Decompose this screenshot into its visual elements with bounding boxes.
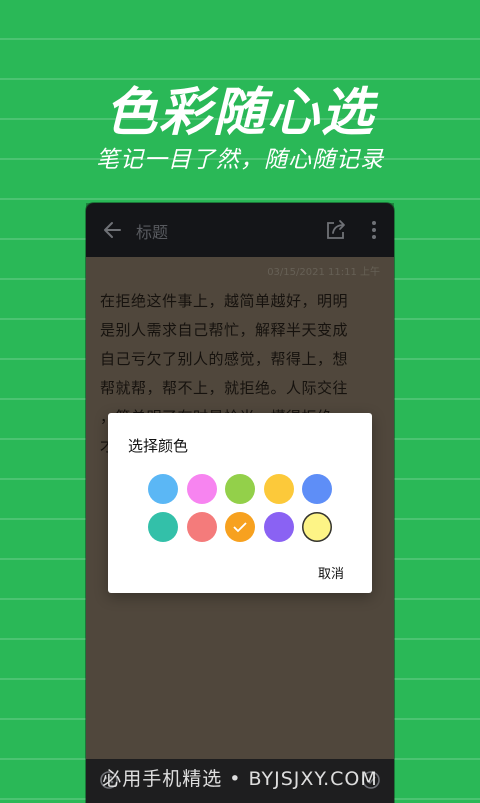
color-swatch[interactable] bbox=[225, 474, 255, 504]
check-icon bbox=[233, 522, 247, 533]
color-swatch[interactable] bbox=[263, 512, 294, 542]
dialog-title: 选择颜色 bbox=[128, 437, 189, 455]
color-swatch[interactable] bbox=[186, 512, 217, 542]
cancel-button[interactable]: 取消 bbox=[318, 563, 344, 582]
color-swatch[interactable] bbox=[148, 474, 178, 504]
color-swatch[interactable] bbox=[225, 512, 255, 542]
promo-headline: 色彩随心选 bbox=[104, 83, 375, 143]
color-swatch[interactable] bbox=[302, 474, 332, 504]
promo-subline: 笔记一目了然，随心随记录 bbox=[96, 147, 384, 173]
color-swatch[interactable] bbox=[148, 512, 178, 542]
color-swatch[interactable] bbox=[186, 474, 217, 504]
color-picker-dialog: 选择颜色 取消 bbox=[108, 413, 372, 593]
color-swatch[interactable] bbox=[302, 512, 332, 542]
color-swatch[interactable] bbox=[263, 474, 294, 504]
watermark: 必用手机精选 • BYJSJXY.COM bbox=[102, 768, 378, 790]
